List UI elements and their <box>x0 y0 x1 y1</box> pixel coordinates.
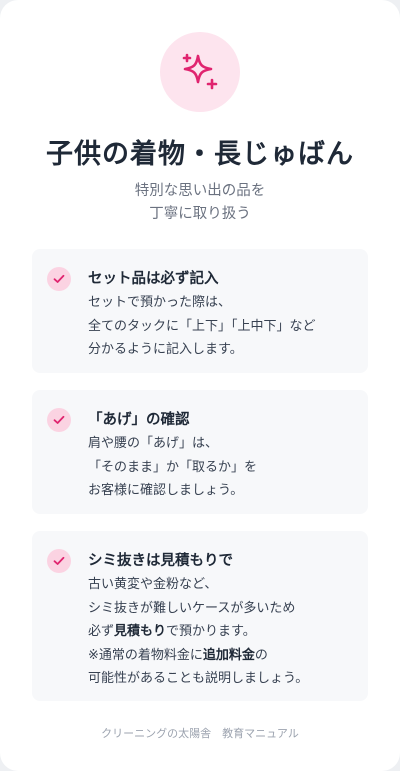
tip-title: セット品は必ず記入 <box>88 271 219 287</box>
tip-body: 肩や腰の「あげ」は、 「そのまま」か「取るか」を お客様に確認しましょう。 <box>88 432 360 503</box>
tip-line: セットで預かった際は、 <box>88 295 232 310</box>
tip-text: ※通常の着物料金に <box>88 647 203 663</box>
sparkles-icon <box>182 53 218 90</box>
tip-card-set-items: セット品は必ず記入 セットで預かった際は、 全てのタックに「上下」「上中下」など… <box>32 249 368 373</box>
check-badge <box>47 267 71 291</box>
check-icon <box>53 274 65 283</box>
tip-line: 必ず見積もりで預かります。 <box>88 620 360 644</box>
tip-body: 古い黄変や金粉など、 シミ抜きが難しいケースが多いため 必ず見積もりで預かります… <box>88 573 360 691</box>
check-badge <box>47 408 71 432</box>
hero-icon-circle <box>160 32 240 112</box>
tip-line: 可能性があることも説明しましょう。 <box>88 671 309 686</box>
tip-card-stain-removal: シミ抜きは見積もりで 古い黄変や金粉など、 シミ抜きが難しいケースが多いため 必… <box>32 531 368 701</box>
tip-text: で預かります。 <box>166 624 256 639</box>
tip-line: 「そのまま」か「取るか」を <box>88 459 258 475</box>
footer-text: クリーニングの太陽舎 教育マニュアル <box>101 727 299 740</box>
tip-card-age-check: 「あげ」の確認 肩や腰の「あげ」は、 「そのまま」か「取るか」を お客様に確認し… <box>32 390 368 514</box>
tip-emphasis: 見積もり <box>114 624 167 639</box>
tip-line: 古い黄変や金粉など、 <box>88 577 218 592</box>
tip-line: 肩や腰の「あげ」は、 <box>88 436 219 451</box>
tip-emphasis: 追加料金 <box>202 647 255 663</box>
check-icon <box>53 556 65 565</box>
tip-line: お客様に確認しましょう。 <box>88 483 244 498</box>
tip-text: 必ず <box>88 624 115 639</box>
subtitle-line: 丁寧に取り扱う <box>149 206 251 222</box>
manual-card: 子供の着物・長じゅばん 特別な思い出の品を 丁寧に取り扱う セット品は必ず記入 … <box>0 0 400 771</box>
tip-body: セットで預かった際は、 全てのタックに「上下」「上中下」など 分かるように記入し… <box>88 291 360 362</box>
tip-title: シミ抜きは見積もりで <box>88 553 233 569</box>
tip-line: 全てのタックに「上下」「上中下」など <box>88 318 316 334</box>
tip-line: シミ抜きが難しいケースが多いため <box>88 600 296 616</box>
subtitle-line: 特別な思い出の品を <box>134 183 266 199</box>
tip-text: の <box>254 647 268 663</box>
tip-title: 「あげ」の確認 <box>88 412 190 428</box>
page-title: 子供の着物・長じゅばん <box>46 139 354 170</box>
page-subtitle: 特別な思い出の品を 丁寧に取り扱う <box>0 180 400 226</box>
check-icon <box>53 415 65 424</box>
check-badge <box>47 549 71 573</box>
tip-line: ※通常の着物料金に追加料金の <box>88 644 360 668</box>
tip-line: 分かるように記入します。 <box>88 342 243 357</box>
